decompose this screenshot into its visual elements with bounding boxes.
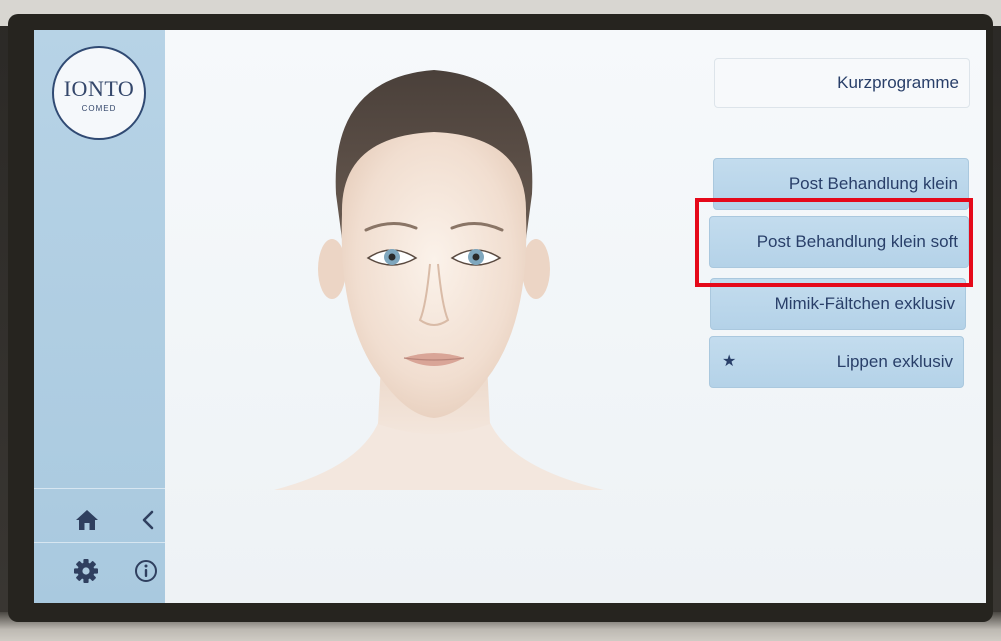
program-button-lippen-exklusiv[interactable]: ★ Lippen exklusiv [709,336,964,388]
sidebar-divider [34,488,165,489]
home-icon [76,510,98,530]
sidebar: IONTO COMED [34,30,165,603]
back-button[interactable] [128,500,168,540]
sidebar-divider [34,542,165,543]
info-button[interactable] [126,551,166,591]
gear-icon [74,559,98,583]
info-icon [135,560,157,582]
logo-main-text: IONTO [63,76,135,101]
settings-button[interactable] [66,551,106,591]
program-label: Lippen exklusiv [836,352,953,371]
logo-sub-text: COMED [81,104,117,113]
ionto-comed-logo: IONTO COMED [52,46,146,140]
program-label: Post Behandlung klein [788,174,958,193]
star-icon: ★ [722,353,737,370]
kurzprogramme-label: Kurzprogramme [837,73,959,92]
face-image [274,70,604,490]
face-illustration [254,44,614,504]
touch-screen: IONTO COMED Kurzprogramme Post Behandlun… [34,30,986,603]
home-button[interactable] [67,500,107,540]
program-label: Mimik-Fältchen exklusiv [774,294,955,313]
selection-highlight-box [695,198,973,287]
kurzprogramme-header-button[interactable]: Kurzprogramme [714,58,970,108]
back-chevron-icon [142,510,154,530]
